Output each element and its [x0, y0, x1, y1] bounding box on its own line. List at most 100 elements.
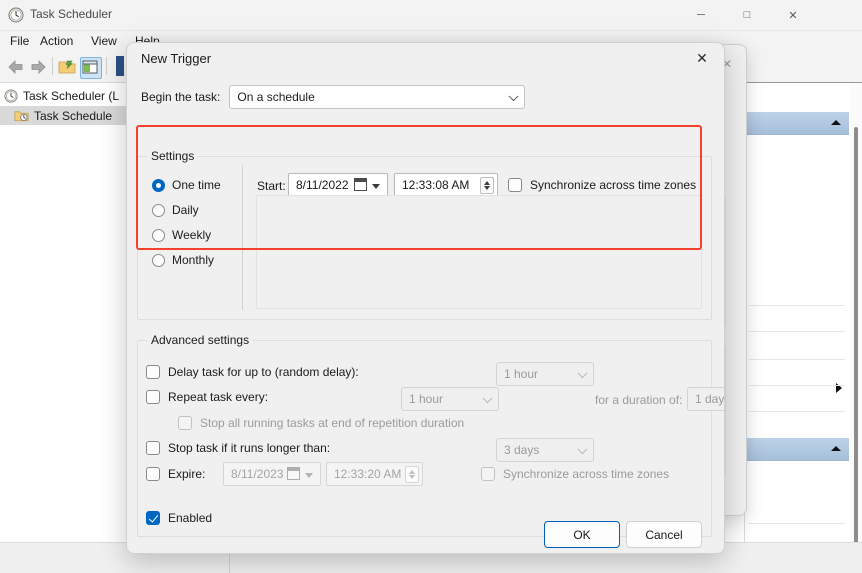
folder-tree-icon[interactable]: [58, 58, 76, 79]
stop-all-running-checkbox-row[interactable]: Stop all running tasks at end of repetit…: [178, 416, 464, 430]
radio-one-time-indicator[interactable]: [152, 178, 165, 192]
enabled-checkbox-row[interactable]: Enabled: [146, 511, 212, 525]
actions-section-header-1[interactable]: [745, 112, 849, 135]
chevron-down-icon[interactable]: [372, 184, 380, 189]
actions-divider-1: [749, 305, 845, 306]
radio-one-time[interactable]: One time: [152, 178, 221, 192]
radio-weekly-label: Weekly: [172, 228, 212, 242]
calendar-icon[interactable]: [354, 178, 367, 191]
start-label: Start:: [257, 179, 286, 193]
delay-task-duration-value: 1 hour: [504, 367, 539, 381]
radio-monthly[interactable]: Monthly: [152, 253, 214, 267]
delay-task-checkbox-row[interactable]: Delay task for up to (random delay):: [146, 365, 359, 379]
delay-task-checkbox[interactable]: [146, 365, 160, 379]
delay-task-duration-combobox[interactable]: 1 hour: [496, 362, 594, 386]
stop-task-longer-checkbox[interactable]: [146, 441, 160, 455]
expire-sync-time-zones-checkbox[interactable]: [481, 467, 495, 481]
toolbar-overflow[interactable]: [116, 56, 124, 76]
tree-item-library-label: Task Schedule: [34, 108, 113, 123]
maximize-button[interactable]: □: [724, 0, 770, 30]
start-time-value: 12:33:08 AM: [402, 178, 470, 192]
up-down-spinner-icon[interactable]: [480, 177, 494, 194]
collapse-triangle-icon[interactable]: [831, 446, 841, 451]
spinner-up-icon[interactable]: [409, 470, 415, 474]
menu-item-view[interactable]: View: [91, 34, 117, 48]
chevron-down-icon[interactable]: [305, 473, 313, 478]
expire-checkbox[interactable]: [146, 467, 160, 481]
up-down-spinner-icon[interactable]: [405, 466, 419, 483]
stop-task-duration-combobox[interactable]: 3 days: [496, 438, 594, 462]
actions-pane: [744, 82, 862, 543]
actions-divider-6: [749, 523, 845, 524]
spinner-down-icon[interactable]: [409, 475, 415, 479]
actions-scrollbar-thumb[interactable]: [854, 127, 858, 543]
repeat-duration-combobox[interactable]: 1 day: [687, 387, 725, 411]
expire-sync-time-zones-label: Synchronize across time zones: [503, 467, 670, 481]
expire-date-input[interactable]: 8/11/2023: [223, 462, 321, 486]
cancel-button[interactable]: Cancel: [626, 521, 702, 548]
actions-divider-4: [749, 385, 845, 386]
dialog-close-icon[interactable]: ✕: [680, 43, 724, 73]
window-titlebar: Task Scheduler ─ □ ✕: [0, 0, 862, 31]
actions-section-header-2[interactable]: [745, 438, 849, 461]
stop-task-longer-checkbox-row[interactable]: Stop task if it runs longer than:: [146, 441, 330, 455]
settings-vertical-divider: [242, 165, 243, 310]
radio-daily-indicator[interactable]: [152, 203, 165, 217]
radio-monthly-label: Monthly: [172, 253, 215, 267]
expire-sync-time-zones-row[interactable]: Synchronize across time zones: [481, 467, 669, 481]
ok-button[interactable]: OK: [544, 521, 620, 548]
clock-icon: [4, 88, 18, 103]
calendar-icon[interactable]: [287, 467, 300, 480]
stop-all-running-checkbox[interactable]: [178, 416, 192, 430]
tree-item-root-label: Task Scheduler (L: [23, 88, 120, 103]
begin-task-row: Begin the task: On a schedule: [141, 85, 526, 109]
close-button[interactable]: ✕: [770, 0, 816, 30]
tree-item-root[interactable]: Task Scheduler (L: [4, 86, 119, 105]
toolbar-divider-1: [52, 57, 53, 75]
repeat-duration-value: 1 day: [695, 392, 725, 406]
radio-daily[interactable]: Daily: [152, 203, 199, 217]
radio-weekly-indicator[interactable]: [152, 228, 165, 242]
tree-item-task-scheduler-library[interactable]: Task Schedule: [0, 106, 136, 125]
begin-task-combobox[interactable]: On a schedule: [229, 85, 526, 109]
spinner-down-icon[interactable]: [484, 186, 490, 190]
sync-time-zones-checkbox-row[interactable]: Synchronize across time zones: [508, 178, 696, 192]
chevron-down-icon: [482, 393, 493, 404]
expire-checkbox-row[interactable]: Expire:: [146, 467, 205, 481]
start-time-input[interactable]: 12:33:08 AM: [394, 173, 498, 197]
spinner-up-icon[interactable]: [484, 181, 490, 185]
task-folder-icon: [14, 108, 29, 123]
repeat-task-checkbox[interactable]: [146, 390, 160, 404]
start-date-input[interactable]: 8/11/2022: [288, 173, 388, 197]
start-date-value: 8/11/2022: [296, 178, 349, 192]
expire-time-input[interactable]: 12:33:20 AM: [326, 462, 423, 486]
radio-weekly[interactable]: Weekly: [152, 228, 211, 242]
clock-icon: [8, 7, 24, 23]
sync-time-zones-label: Synchronize across time zones: [530, 178, 697, 192]
enabled-label: Enabled: [168, 511, 213, 525]
minimize-button[interactable]: ─: [678, 0, 724, 30]
schedule-detail-panel: [256, 195, 702, 309]
advanced-settings-legend: Advanced settings: [147, 333, 254, 347]
duration-label: for a duration of:: [595, 393, 683, 407]
menu-item-action[interactable]: Action: [40, 34, 73, 48]
repeat-interval-value: 1 hour: [409, 392, 444, 406]
menu-item-file[interactable]: File: [10, 34, 29, 48]
console-tree-pane: Task Scheduler (L › Task Schedule: [0, 82, 137, 543]
delay-task-label: Delay task for up to (random delay):: [168, 365, 359, 379]
radio-monthly-indicator[interactable]: [152, 253, 165, 267]
back-arrow-icon[interactable]: [6, 58, 26, 79]
sync-time-zones-checkbox[interactable]: [508, 178, 522, 192]
stop-task-longer-label: Stop task if it runs longer than:: [168, 441, 331, 455]
advanced-settings-groupbox: Advanced settings Delay task for up to (…: [137, 333, 724, 537]
enabled-checkbox[interactable]: [146, 511, 160, 525]
repeat-task-checkbox-row[interactable]: Repeat task every:: [146, 390, 268, 404]
collapse-triangle-icon[interactable]: [831, 120, 841, 125]
new-trigger-dialog: New Trigger ✕ Begin the task: On a sched…: [126, 42, 725, 554]
forward-arrow-icon[interactable]: [28, 58, 48, 79]
repeat-task-label: Repeat task every:: [168, 390, 269, 404]
actions-divider-2: [749, 331, 845, 332]
repeat-interval-combobox[interactable]: 1 hour: [401, 387, 499, 411]
properties-window-icon[interactable]: [80, 57, 102, 79]
expire-date-value: 8/11/2023: [231, 467, 284, 481]
